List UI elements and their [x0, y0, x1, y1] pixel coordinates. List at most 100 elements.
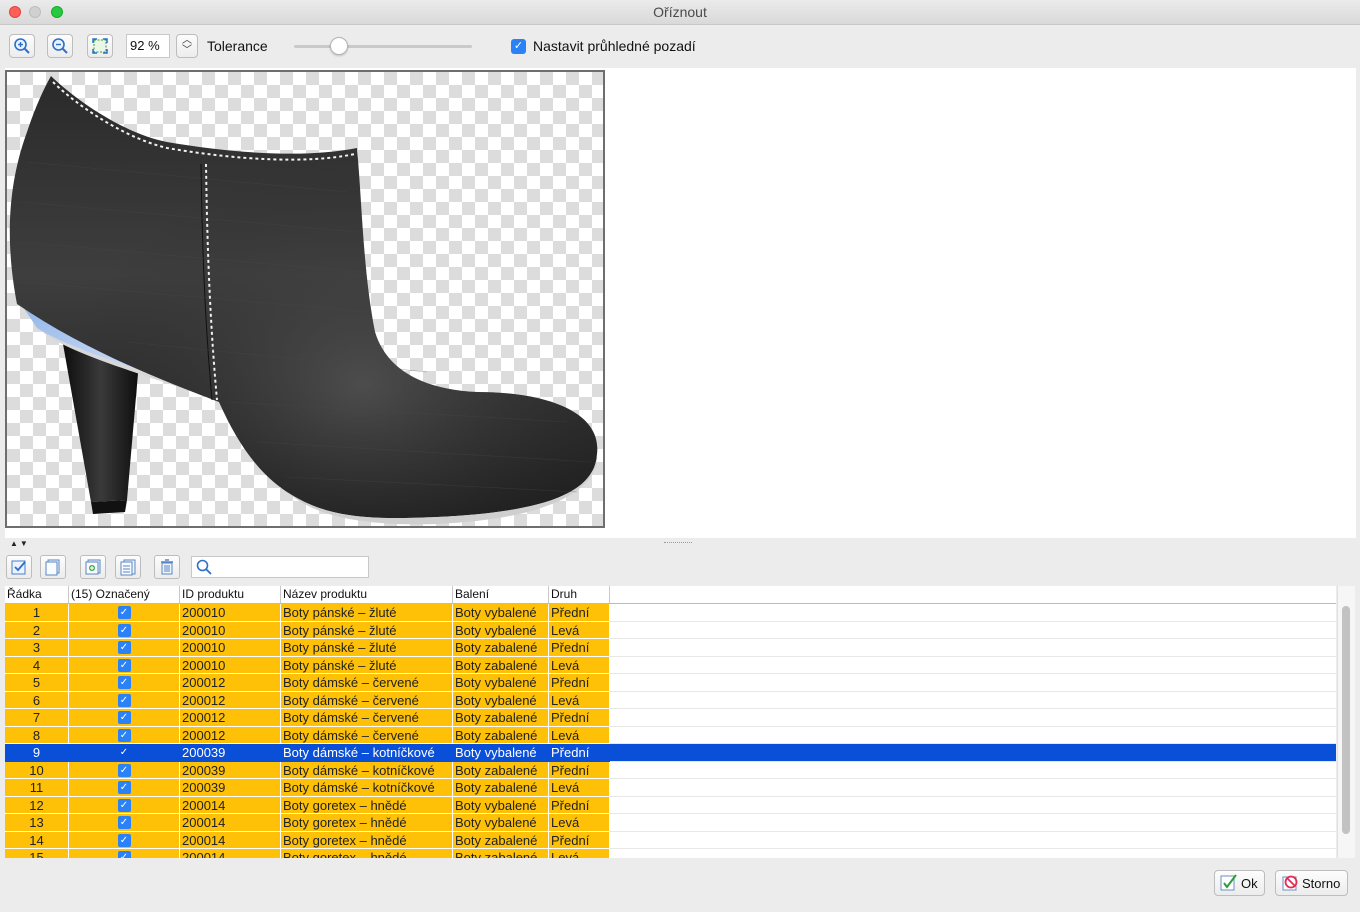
column-header-packaging[interactable]: Balení: [453, 586, 549, 603]
scrollbar-thumb[interactable]: [1342, 606, 1350, 834]
panel-splitter[interactable]: ▲▼: [0, 538, 1360, 548]
row-checkbox[interactable]: ✓: [117, 816, 131, 830]
column-header-marked[interactable]: (15) Označený: [69, 586, 180, 603]
cell-marked[interactable]: ✓: [69, 656, 180, 674]
cell-marked[interactable]: ✓: [69, 796, 180, 814]
row-checkbox[interactable]: ✓: [117, 711, 131, 725]
cell-packaging: Boty zabalené: [453, 709, 549, 727]
table-row[interactable]: 2 ✓ 200010 Boty pánské – žluté Boty vybalené…: [5, 621, 1336, 639]
table-row[interactable]: 14 ✓ 200014 Boty goretex – hnědé Boty zabale…: [5, 831, 1336, 849]
table-row[interactable]: 11 ✓ 200039 Boty dámské – kotníčkové Boty za…: [5, 779, 1336, 797]
uncheck-all-button[interactable]: [40, 555, 66, 579]
table-row[interactable]: 15 ✓ 200014 Boty goretex – hnědé Boty zabale…: [5, 849, 1336, 858]
table-row[interactable]: 10 ✓ 200039 Boty dámské – kotníčkové Boty za…: [5, 761, 1336, 779]
row-checkbox[interactable]: ✓: [117, 658, 131, 672]
tolerance-label: Tolerance: [207, 38, 268, 54]
column-header-kind[interactable]: Druh: [549, 586, 610, 603]
cell-marked[interactable]: ✓: [69, 726, 180, 744]
row-checkbox[interactable]: ✓: [117, 676, 131, 690]
search-input[interactable]: [191, 556, 369, 578]
row-checkbox[interactable]: ✓: [117, 641, 131, 655]
zoom-level-field[interactable]: 92 %: [126, 34, 170, 58]
cell-marked[interactable]: ✓: [69, 814, 180, 832]
cell-marked[interactable]: ✓: [69, 621, 180, 639]
zoom-out-icon: [52, 38, 68, 54]
table-row[interactable]: 1 ✓ 200010 Boty pánské – žluté Boty vybalené…: [5, 604, 1336, 622]
cell-product-id: 200010: [180, 656, 281, 674]
row-checkbox[interactable]: ✓: [117, 851, 131, 858]
cell-marked[interactable]: ✓: [69, 849, 180, 858]
cell-row-number: 5: [5, 674, 69, 692]
cell-product-name: Boty goretex – hnědé: [281, 814, 453, 832]
table-row[interactable]: 3 ✓ 200010 Boty pánské – žluté Boty zabalené…: [5, 639, 1336, 657]
table-header: Řádka (15) Označený ID produktu Název pr…: [5, 586, 1336, 604]
column-header-row[interactable]: Řádka: [5, 586, 69, 603]
cell-row-number: 11: [5, 779, 69, 797]
cell-kind: Přední: [549, 674, 610, 692]
cell-product-name: Boty dámské – červené: [281, 674, 453, 692]
row-checkbox[interactable]: ✓: [117, 798, 131, 812]
table-row[interactable]: 5 ✓ 200012 Boty dámské – červené Boty vybale…: [5, 674, 1336, 692]
cell-marked[interactable]: ✓: [69, 604, 180, 622]
cell-marked[interactable]: ✓: [69, 709, 180, 727]
splitter-grip[interactable]: [664, 542, 692, 545]
cell-packaging: Boty vybalené: [453, 604, 549, 622]
cancel-button[interactable]: Storno: [1275, 870, 1348, 896]
row-checkbox[interactable]: ✓: [117, 781, 131, 795]
copy-list-button[interactable]: [115, 555, 141, 579]
title-bar: Oříznout: [0, 0, 1360, 25]
cell-kind: Přední: [549, 831, 610, 849]
row-checkbox[interactable]: ✓: [117, 693, 131, 707]
row-checkbox[interactable]: ✓: [117, 746, 131, 760]
image-canvas[interactable]: [5, 70, 605, 528]
cell-product-id: 200010: [180, 604, 281, 622]
cancel-button-label: Storno: [1302, 875, 1341, 891]
ok-check-icon: [1220, 874, 1237, 891]
collapse-arrows-icon[interactable]: ▲▼: [10, 539, 30, 548]
cell-kind: Přední: [549, 744, 610, 762]
table-row[interactable]: 6 ✓ 200012 Boty dámské – červené Boty vybale…: [5, 691, 1336, 709]
table-row[interactable]: 8 ✓ 200012 Boty dámské – červené Boty zabale…: [5, 726, 1336, 744]
cell-product-name: Boty pánské – žluté: [281, 621, 453, 639]
cell-marked[interactable]: ✓: [69, 674, 180, 692]
row-checkbox[interactable]: ✓: [117, 606, 131, 620]
row-filler: [610, 762, 1336, 779]
cell-marked[interactable]: ✓: [69, 639, 180, 657]
table-row[interactable]: 4 ✓ 200010 Boty pánské – žluté Boty zabalené…: [5, 656, 1336, 674]
check-all-icon: [11, 560, 26, 575]
cell-marked[interactable]: ✓: [69, 761, 180, 779]
cell-marked[interactable]: ✓: [69, 831, 180, 849]
table-vertical-scrollbar[interactable]: [1337, 586, 1355, 858]
row-filler: [610, 814, 1336, 832]
table-row[interactable]: 12 ✓ 200014 Boty goretex – hnědé Boty vybale…: [5, 796, 1336, 814]
check-all-button[interactable]: [6, 555, 32, 579]
cell-product-name: Boty dámské – kotníčkové: [281, 744, 453, 762]
zoom-stepper[interactable]: ︿ ﹀: [176, 34, 198, 58]
table-row[interactable]: 13 ✓ 200014 Boty goretex – hnědé Boty vybale…: [5, 814, 1336, 832]
stepper-down-icon[interactable]: ﹀: [177, 46, 197, 56]
row-checkbox[interactable]: ✓: [117, 833, 131, 847]
cell-marked[interactable]: ✓: [69, 744, 180, 762]
transparent-background-checkbox[interactable]: ✓: [511, 39, 526, 54]
cell-row-number: 1: [5, 604, 69, 622]
row-checkbox[interactable]: ✓: [117, 623, 131, 637]
row-checkbox[interactable]: ✓: [117, 763, 131, 777]
cell-marked[interactable]: ✓: [69, 691, 180, 709]
row-checkbox[interactable]: ✓: [117, 728, 131, 742]
tolerance-slider[interactable]: [294, 45, 472, 48]
cell-row-number: 7: [5, 709, 69, 727]
zoom-out-button[interactable]: [47, 34, 73, 58]
column-header-product-name[interactable]: Název produktu: [281, 586, 453, 603]
zoom-in-button[interactable]: [9, 34, 35, 58]
delete-button[interactable]: [154, 555, 180, 579]
cell-marked[interactable]: ✓: [69, 779, 180, 797]
table-row[interactable]: 9 ✓ 200039 Boty dámské – kotníčkové Boty vyb…: [5, 744, 1336, 762]
column-header-product-id[interactable]: ID produktu: [180, 586, 281, 603]
table-row[interactable]: 7 ✓ 200012 Boty dámské – červené Boty zabale…: [5, 709, 1336, 727]
ok-button[interactable]: Ok: [1214, 870, 1265, 896]
tolerance-slider-thumb[interactable]: [329, 37, 348, 55]
fit-to-window-button[interactable]: [87, 34, 113, 58]
cell-product-name: Boty dámské – červené: [281, 709, 453, 727]
add-image-button[interactable]: [80, 555, 106, 579]
row-filler: [610, 797, 1336, 814]
